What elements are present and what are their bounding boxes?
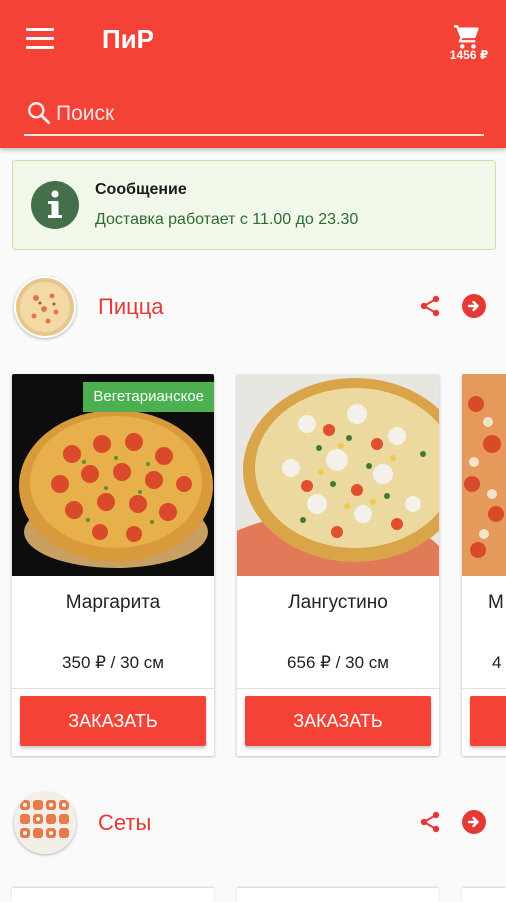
app-title: ПиР: [102, 24, 155, 54]
order-button[interactable]: ЗАКАЗАТЬ: [245, 696, 431, 746]
search-icon: [28, 102, 51, 125]
product-photo: [462, 374, 506, 576]
product-photo: Вегетарианское: [12, 374, 214, 576]
category-name: Сеты: [98, 810, 152, 835]
hamburger-menu-icon[interactable]: [26, 28, 54, 50]
divider: [12, 688, 214, 689]
category-header-sets[interactable]: Сеты: [0, 792, 506, 862]
order-button[interactable]: ЗАКАЗАТЬ: [20, 696, 206, 746]
order-button[interactable]: З: [470, 696, 506, 746]
share-icon[interactable]: [418, 810, 442, 834]
divider: [237, 688, 439, 689]
product-card[interactable]: Лангустино 656 ₽ / 30 см ЗАКАЗАТЬ: [237, 374, 439, 756]
arrow-right-icon[interactable]: [462, 294, 486, 318]
message-title: Сообщение: [95, 181, 187, 198]
search-input[interactable]: [56, 100, 476, 128]
category-thumbnail-pizza: [14, 276, 76, 338]
product-photo: [237, 374, 439, 576]
product-card[interactable]: Вегетарианское Маргарита 350 ₽ / 30 см З…: [12, 374, 214, 756]
product-price: 350 ₽ / 30 см: [62, 653, 164, 672]
cart-total: 1456 ₽: [449, 48, 489, 62]
product-price: 656 ₽ / 30 см: [287, 653, 389, 672]
product-price: 4: [492, 653, 502, 672]
product-card[interactable]: М 4 З: [462, 374, 506, 756]
product-name: Лангустино: [288, 592, 388, 613]
cart-button[interactable]: 1456 ₽: [446, 24, 492, 66]
info-icon: [31, 181, 79, 229]
vegetarian-badge: Вегетарианское: [83, 382, 214, 412]
message-text: Доставка работает с 11.00 до 23.30: [95, 211, 359, 228]
product-carousel[interactable]: Вегетарианское Маргарита 350 ₽ / 30 см З…: [0, 374, 506, 758]
category-thumbnail-sets: [14, 792, 76, 854]
shopping-cart-icon: [454, 25, 479, 49]
arrow-right-icon[interactable]: [462, 810, 486, 834]
message-card: Сообщение Доставка работает с 11.00 до 2…: [12, 160, 496, 250]
product-name: Маргарита: [65, 592, 161, 613]
app-bar: ПиР 1456 ₽: [0, 0, 506, 148]
category-header-pizza[interactable]: Пицца: [0, 276, 506, 346]
share-icon[interactable]: [418, 294, 442, 318]
category-name: Пицца: [98, 294, 164, 319]
divider: [462, 688, 506, 689]
product-name: М: [488, 592, 504, 613]
search-bar[interactable]: [24, 96, 484, 136]
